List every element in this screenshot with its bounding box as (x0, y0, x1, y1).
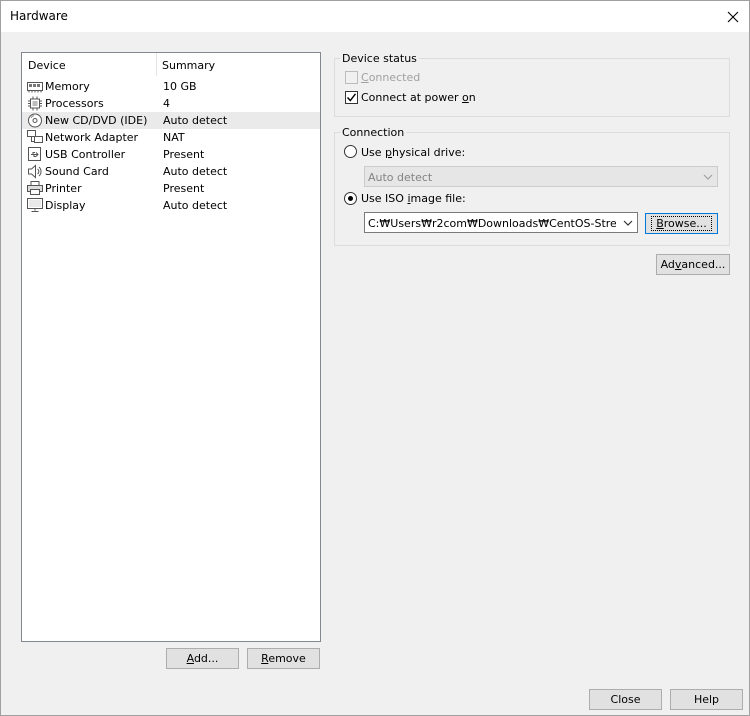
physical-drive-value: Auto detect (368, 171, 433, 184)
add-button[interactable]: Add... (166, 648, 239, 669)
column-divider[interactable] (156, 53, 157, 76)
device-row-sound-card[interactable]: Sound Card Auto detect (22, 163, 320, 180)
add-button-label: Add... (186, 652, 219, 665)
browse-button-label: Browse... (651, 216, 712, 231)
device-name: Display (45, 199, 86, 212)
device-summary: Auto detect (163, 199, 228, 212)
iso-path-combobox[interactable]: C:₩Users₩r2com₩Downloads₩CentOS-Stream-8… (364, 212, 638, 233)
device-row-memory[interactable]: Memory 10 GB (22, 78, 320, 95)
monitor-icon (27, 198, 43, 212)
device-summary: Present (163, 182, 205, 195)
device-summary: 10 GB (163, 80, 197, 93)
device-row-display[interactable]: Display Auto detect (22, 197, 320, 214)
device-name: New CD/DVD (IDE) (45, 114, 148, 127)
column-header-device[interactable]: Device (28, 59, 66, 72)
list-header: Device Summary (22, 53, 320, 76)
hardware-dialog: Hardware Device Summary Memory 10 GB Pro… (0, 0, 750, 716)
close-icon (727, 11, 739, 22)
column-header-summary[interactable]: Summary (162, 59, 215, 72)
connected-label: Connected (361, 71, 421, 84)
device-summary: Present (163, 148, 205, 161)
chevron-down-icon[interactable] (623, 218, 633, 228)
device-name: Memory (45, 80, 90, 93)
use-physical-drive-radio[interactable] (344, 145, 357, 158)
browse-button[interactable]: Browse... (645, 213, 718, 234)
device-row-network-adapter[interactable]: Network Adapter NAT (22, 129, 320, 146)
device-row-usb-controller[interactable]: USB Controller Present (22, 146, 320, 163)
connection-title: Connection (340, 126, 407, 139)
device-summary: NAT (163, 131, 185, 144)
network-adapter-icon (27, 130, 43, 143)
device-name: Network Adapter (45, 131, 139, 144)
device-name: Printer (45, 182, 82, 195)
help-button[interactable]: Help (670, 689, 743, 710)
advanced-button-label: Advanced... (660, 258, 726, 271)
device-name: Sound Card (45, 165, 109, 178)
title-bar: Hardware (1, 1, 749, 32)
close-window-button[interactable] (717, 1, 749, 32)
connect-at-power-on-checkbox[interactable] (345, 91, 358, 104)
radio-selected-dot (348, 196, 353, 201)
device-row-printer[interactable]: Printer Present (22, 180, 320, 197)
usb-icon (28, 147, 41, 161)
device-row-cd-dvd[interactable]: New CD/DVD (IDE) Auto detect (22, 112, 320, 129)
advanced-button[interactable]: Advanced... (656, 254, 730, 275)
remove-button[interactable]: Remove (247, 648, 320, 669)
window-title: Hardware (10, 9, 68, 23)
iso-path-value[interactable]: C:₩Users₩r2com₩Downloads₩CentOS-Stream-8… (368, 217, 616, 230)
device-summary: Auto detect (163, 165, 228, 178)
speaker-icon (28, 164, 42, 179)
printer-icon (27, 181, 43, 195)
device-name: Processors (45, 97, 104, 110)
use-physical-drive-label: Use physical drive: (361, 146, 466, 159)
physical-drive-select[interactable]: Auto detect (364, 166, 718, 187)
processor-icon (28, 96, 42, 111)
device-list: Device Summary Memory 10 GB Processors 4 (21, 52, 321, 642)
device-status-group (334, 58, 730, 117)
remove-button-label: Remove (261, 652, 306, 665)
device-name: USB Controller (45, 148, 126, 161)
use-iso-image-label: Use ISO image file: (361, 192, 466, 205)
connected-checkbox[interactable] (345, 71, 358, 84)
connect-at-power-on-label: Connect at power on (361, 91, 476, 104)
checkmark-icon (346, 93, 357, 102)
use-iso-image-radio[interactable] (344, 192, 357, 205)
cd-dvd-icon (28, 113, 42, 128)
close-button[interactable]: Close (589, 689, 662, 710)
device-summary: Auto detect (163, 114, 228, 127)
device-summary: 4 (163, 97, 170, 110)
memory-icon (27, 82, 43, 93)
device-row-processors[interactable]: Processors 4 (22, 95, 320, 112)
chevron-down-icon (703, 174, 713, 180)
device-status-title: Device status (340, 52, 419, 65)
